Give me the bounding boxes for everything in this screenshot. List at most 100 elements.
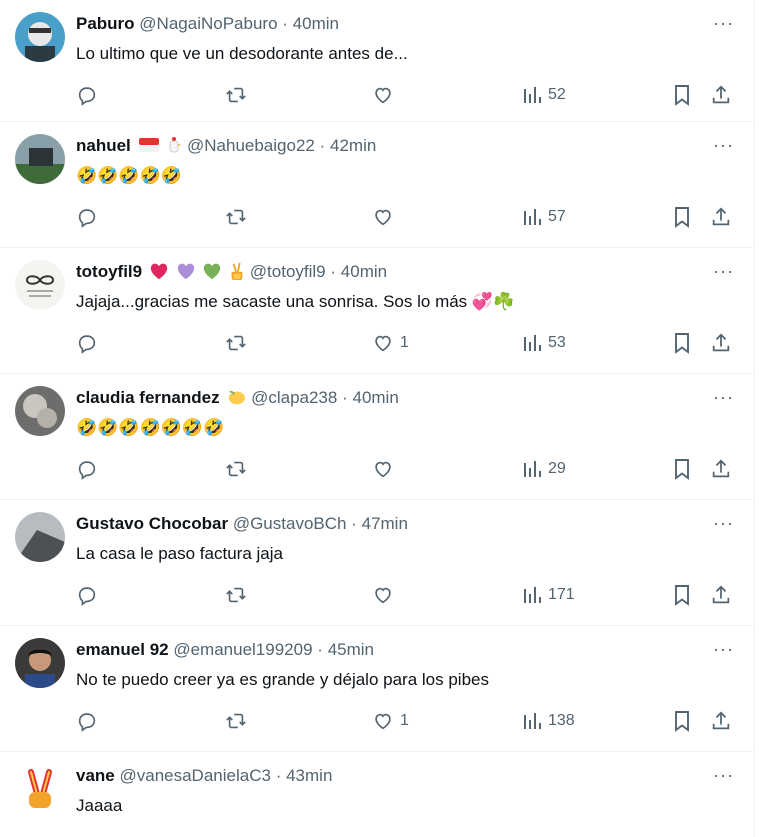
avatar[interactable]	[15, 134, 65, 184]
like-button[interactable]: 1	[372, 330, 409, 356]
separator-dot: ·	[351, 514, 357, 533]
views-button[interactable]: 53	[522, 330, 566, 356]
like-count: 1	[400, 334, 409, 351]
share-button[interactable]	[710, 82, 732, 108]
author-name[interactable]: nahuel	[76, 136, 131, 155]
action-bar: 29	[76, 456, 736, 482]
share-button[interactable]	[710, 708, 732, 734]
reply-button[interactable]	[76, 708, 98, 734]
author-handle[interactable]: @clapa238	[251, 388, 337, 407]
reply-button[interactable]	[76, 330, 98, 356]
share-button[interactable]	[710, 204, 732, 230]
author-name[interactable]: vane	[76, 766, 115, 785]
avatar[interactable]	[15, 386, 65, 436]
author-handle[interactable]: @emanuel199209	[173, 640, 312, 659]
more-options-icon[interactable]: ···	[713, 765, 734, 785]
more-options-icon[interactable]: ···	[713, 387, 734, 407]
timestamp[interactable]: 40min	[341, 262, 387, 281]
retweet-button[interactable]	[224, 204, 248, 230]
reply-header: nahuel @Nahuebaigo22 · 42min	[76, 135, 714, 157]
author-name[interactable]: claudia fernandez	[76, 388, 220, 407]
author-name[interactable]: emanuel 92	[76, 640, 169, 659]
more-options-icon[interactable]: ···	[713, 639, 734, 659]
more-options-icon[interactable]: ···	[713, 261, 734, 281]
like-button[interactable]: 1	[372, 708, 409, 734]
avatar[interactable]	[15, 260, 65, 310]
bookmark-icon	[675, 207, 689, 228]
timestamp[interactable]: 42min	[330, 136, 376, 155]
author-handle[interactable]: @GustavoBCh	[233, 514, 347, 533]
like-button[interactable]	[372, 204, 400, 230]
author-name[interactable]: totoyfil9	[76, 262, 142, 281]
bookmark-button[interactable]	[672, 582, 692, 608]
retweet-icon	[226, 461, 246, 477]
avatar[interactable]	[15, 512, 65, 562]
replies-feed: Paburo @NagaiNoPaburo · 40min ··· Lo ult…	[0, 0, 755, 837]
timestamp[interactable]: 40min	[293, 14, 339, 33]
chicken-icon	[169, 137, 182, 153]
action-bar: 57	[76, 204, 736, 230]
reply-item-gustavo-chocobar[interactable]: Gustavo Chocobar @GustavoBCh · 47min ···…	[0, 500, 754, 626]
indonesia-flag-icon	[138, 138, 159, 152]
more-options-icon[interactable]: ···	[713, 513, 734, 533]
author-name[interactable]: Gustavo Chocobar	[76, 514, 228, 533]
timestamp[interactable]: 45min	[328, 640, 374, 659]
heart-icon	[375, 587, 391, 604]
like-button[interactable]	[372, 582, 400, 608]
avatar[interactable]	[15, 12, 65, 62]
retweet-button[interactable]	[224, 582, 248, 608]
reply-icon	[78, 713, 96, 732]
heart-icon	[375, 87, 391, 104]
bookmark-button[interactable]	[672, 330, 692, 356]
reply-text: 🤣🤣🤣🤣🤣	[76, 166, 182, 185]
views-bar-chart-icon	[524, 87, 541, 103]
reply-button[interactable]	[76, 582, 98, 608]
views-button[interactable]: 57	[522, 204, 566, 230]
timestamp[interactable]: 40min	[352, 388, 398, 407]
author-handle[interactable]: @NagaiNoPaburo	[139, 14, 277, 33]
reply-item-claudia-fernandez[interactable]: claudia fernandez @clapa238 · 40min ··· …	[0, 374, 754, 500]
author-handle[interactable]: @Nahuebaigo22	[187, 136, 315, 155]
share-button[interactable]	[710, 456, 732, 482]
avatar[interactable]	[15, 638, 65, 688]
reply-button[interactable]	[76, 204, 98, 230]
author-handle[interactable]: @totoyfil9	[250, 262, 326, 281]
reply-header: Gustavo Chocobar @GustavoBCh · 47min	[76, 513, 714, 535]
views-button[interactable]: 52	[522, 82, 566, 108]
reply-item-nahuel[interactable]: nahuel @Nahuebaigo22 · 42min ··· 🤣🤣🤣🤣🤣 5…	[0, 122, 754, 248]
like-button[interactable]	[372, 456, 400, 482]
author-handle[interactable]: @vanesaDanielaC3	[119, 766, 270, 785]
reply-button[interactable]	[76, 456, 98, 482]
views-button[interactable]: 138	[522, 708, 575, 734]
reply-text: La casa le paso factura jaja	[76, 544, 283, 563]
reply-item-totoyfil9[interactable]: totoyfil9 @totoyfil9 · 40min ··· Jajaja.…	[0, 248, 754, 374]
share-button[interactable]	[710, 330, 732, 356]
bookmark-button[interactable]	[672, 456, 692, 482]
retweet-button[interactable]	[224, 708, 248, 734]
reply-button[interactable]	[76, 82, 98, 108]
views-button[interactable]: 171	[522, 582, 575, 608]
bookmark-icon	[675, 585, 689, 606]
timestamp[interactable]: 47min	[362, 514, 408, 533]
share-button[interactable]	[710, 582, 732, 608]
reply-item-paburo[interactable]: Paburo @NagaiNoPaburo · 40min ··· Lo ult…	[0, 0, 754, 122]
more-options-icon[interactable]: ···	[713, 135, 734, 155]
views-button[interactable]: 29	[522, 456, 566, 482]
reply-item-emanuel-92[interactable]: emanuel 92 @emanuel199209 · 45min ··· No…	[0, 626, 754, 752]
reply-header: totoyfil9 @totoyfil9 · 40min	[76, 261, 714, 283]
retweet-button[interactable]	[224, 82, 248, 108]
bookmark-button[interactable]	[672, 82, 692, 108]
bookmark-button[interactable]	[672, 204, 692, 230]
like-button[interactable]	[372, 82, 400, 108]
retweet-button[interactable]	[224, 330, 248, 356]
author-name[interactable]: Paburo	[76, 14, 135, 33]
bookmark-icon	[675, 459, 689, 480]
reply-icon	[78, 335, 96, 354]
more-options-icon[interactable]: ···	[713, 13, 734, 33]
bookmark-icon	[675, 711, 689, 732]
retweet-button[interactable]	[224, 456, 248, 482]
bookmark-button[interactable]	[672, 708, 692, 734]
timestamp[interactable]: 43min	[286, 766, 332, 785]
avatar[interactable]	[15, 764, 65, 814]
reply-item-vane[interactable]: vane @vanesaDanielaC3 · 43min ··· Jaaaa	[0, 752, 754, 837]
